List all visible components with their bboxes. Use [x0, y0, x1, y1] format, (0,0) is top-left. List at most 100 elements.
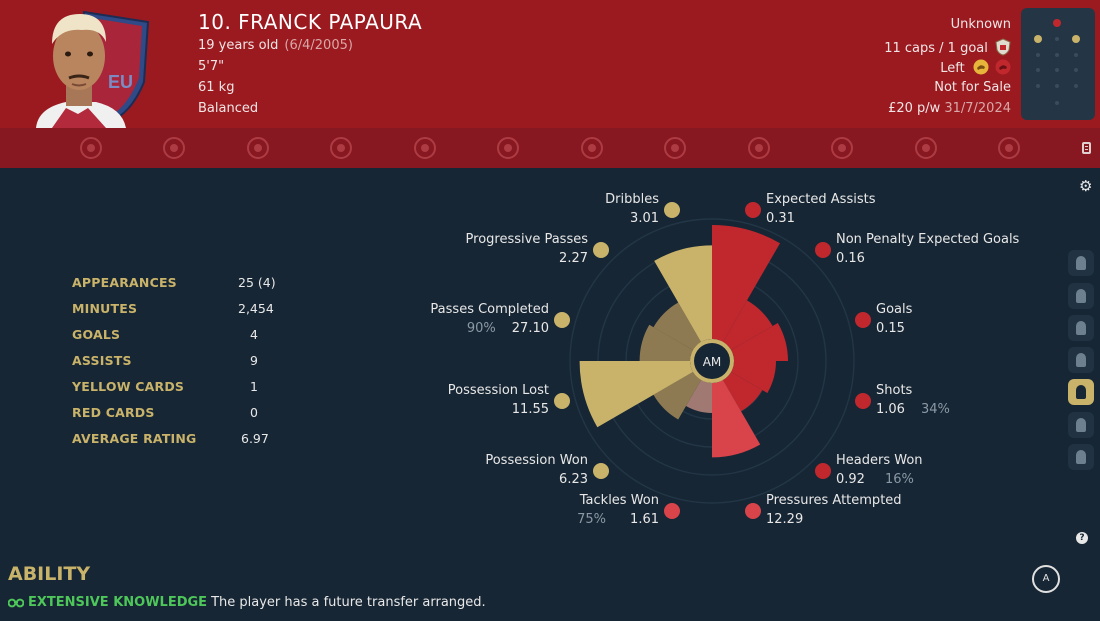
radar-dot [593, 242, 609, 258]
international-caps: 11 caps / 1 goal [884, 41, 988, 56]
radar-dot [664, 503, 680, 519]
international-caps-row[interactable]: 11 caps / 1 goal [884, 38, 1011, 56]
radar-label-possession-won: Possession Won 6.23 [485, 453, 588, 487]
stat-label: GOALS [72, 327, 121, 342]
national-crest-icon [995, 38, 1011, 56]
radar-dot [815, 463, 831, 479]
radar-center-label: AM [703, 355, 722, 369]
position-dot [1055, 53, 1059, 57]
player-height: 5'7" [198, 59, 225, 74]
stat-value: 6.97 [241, 431, 269, 446]
stat-value: 0 [250, 405, 258, 420]
player-icon [1076, 385, 1086, 399]
player-age: 19 years old [198, 38, 279, 53]
position-dot [1036, 53, 1040, 57]
wave-icon[interactable] [831, 137, 853, 159]
stat-label: APPEARANCES [72, 275, 177, 290]
preferred-foot: Left [940, 61, 965, 76]
player-dob: (6/4/2005) [284, 38, 353, 53]
radar-dot [745, 202, 761, 218]
stat-value: 9 [250, 353, 258, 368]
star-badge-icon[interactable] [664, 137, 686, 159]
position-dot [1036, 68, 1040, 72]
radar-dot [554, 393, 570, 409]
stat-label: ASSISTS [72, 353, 132, 368]
eye-icon[interactable] [414, 137, 436, 159]
radar-dot [815, 242, 831, 258]
position-dot [1074, 53, 1078, 57]
position-dot [1074, 84, 1078, 88]
notes-icon[interactable] [1082, 142, 1091, 154]
position-dot [1053, 19, 1061, 27]
helmet-icon[interactable] [581, 137, 603, 159]
radar-dot [593, 463, 609, 479]
ticket-icon[interactable] [163, 137, 185, 159]
radar-label-npxg: Non Penalty Expected Goals 0.16 [836, 232, 1020, 266]
radar-dot [855, 393, 871, 409]
player-icon [1076, 256, 1086, 270]
stat-label: RED CARDS [72, 405, 155, 420]
contract-row: £20 p/w 31/7/2024 [888, 101, 1011, 116]
target-icon[interactable] [915, 137, 937, 159]
whistle-icon[interactable] [330, 137, 352, 159]
contract-expiry: 31/7/2024 [944, 101, 1011, 116]
player-weight: 61 kg [198, 80, 235, 95]
view-passing-button[interactable] [1068, 412, 1094, 438]
player-personality: Balanced [198, 101, 259, 116]
stat-label: YELLOW CARDS [72, 379, 185, 394]
player-portrait: EU [22, 4, 150, 128]
chat-icon[interactable] [247, 137, 269, 159]
transfer-status: Not for Sale [934, 80, 1011, 95]
ability-title: ABILITY [8, 563, 91, 585]
role-badge[interactable]: A [1032, 565, 1060, 593]
view-possession-button[interactable] [1068, 444, 1094, 470]
radar-label-pressures: Pressures Attempted 12.29 [766, 493, 902, 527]
help-icon[interactable]: ? [1076, 532, 1088, 544]
position-mini-pitch[interactable] [1021, 8, 1095, 120]
position-dot [1034, 35, 1042, 43]
radar-dot [554, 312, 570, 328]
stat-value: 4 [250, 327, 258, 342]
radar-label-headers-won: Headers Won 0.92 16% [836, 453, 923, 487]
left-foot-icon [973, 59, 989, 75]
attribute-icon-strip [0, 128, 1100, 168]
radar-dot [664, 202, 680, 218]
bandage-icon[interactable] [497, 137, 519, 159]
view-attacking-button[interactable] [1068, 315, 1094, 341]
position-dot [1055, 37, 1059, 41]
kick-icon[interactable] [748, 137, 770, 159]
player-name: 10. FRANCK PAPAURA [198, 10, 423, 34]
stat-label: AVERAGE RATING [72, 431, 197, 446]
stat-value: 2,454 [238, 301, 274, 316]
gear-icon[interactable]: ⚙ [1079, 177, 1092, 195]
view-defending-button[interactable] [1068, 250, 1094, 276]
player-header: EU 10. FRANCK PAPAURA 19 years old (6/4/2… [0, 0, 1100, 128]
position-dot [1036, 84, 1040, 88]
stat-label: MINUTES [72, 301, 138, 316]
radar-label-tackles-won: Tackles Won 75% 1.61 [577, 493, 659, 527]
view-physical-button[interactable] [1068, 283, 1094, 309]
binoculars-icon [8, 598, 24, 608]
radar-dot [745, 503, 761, 519]
radar-label-passes-completed: Passes Completed 90% 27.10 [430, 302, 549, 336]
player-icon [1076, 321, 1086, 335]
position-dot [1055, 101, 1059, 105]
anchor-icon[interactable] [80, 137, 102, 159]
radar-dot [855, 312, 871, 328]
ability-name: EXTENSIVE KNOWLEDGE [28, 595, 208, 610]
stat-value: 25 (4) [238, 275, 276, 290]
paw-icon[interactable] [998, 137, 1020, 159]
radar-label-expected-assists: Expected Assists 0.31 [766, 192, 876, 226]
ability-row: EXTENSIVE KNOWLEDGE The player has a futu… [8, 595, 486, 610]
player-status: Unknown [950, 17, 1011, 32]
radar-label-dribbles: Dribbles 3.01 [605, 192, 659, 226]
view-aerial-button[interactable] [1068, 347, 1094, 373]
right-foot-icon [995, 59, 1011, 75]
position-dot [1055, 68, 1059, 72]
radar-label-progressive-passes: Progressive Passes 2.27 [465, 232, 588, 266]
view-overview-button[interactable] [1068, 379, 1094, 405]
stat-value: 1 [250, 379, 258, 394]
position-dot [1072, 35, 1080, 43]
player-icon [1076, 289, 1086, 303]
player-icon [1076, 418, 1086, 432]
